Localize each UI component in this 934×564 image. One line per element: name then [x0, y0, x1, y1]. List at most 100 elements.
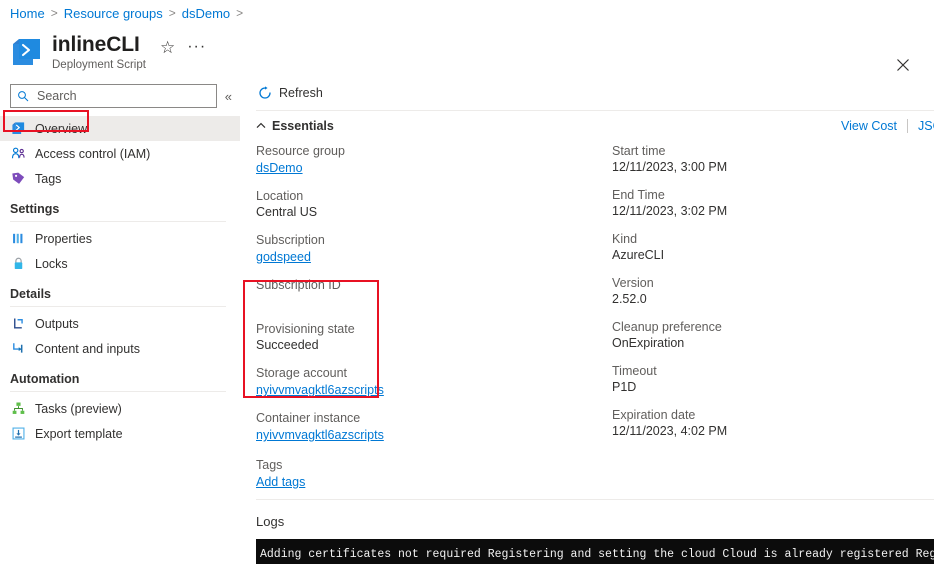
field-kind: Kind AzureCLI [612, 231, 934, 264]
sidebar: « Overview [0, 76, 240, 554]
essentials-column-left: Resource group dsDemo Location Central U… [256, 143, 612, 455]
page-header: inlineCLI Deployment Script ☆ ··· [0, 26, 934, 76]
field-label: Timeout [612, 364, 657, 378]
star-icon[interactable]: ☆ [160, 38, 175, 58]
field-start-time: Start time 12/11/2023, 3:00 PM [612, 143, 934, 176]
essentials-grid: Resource group dsDemo Location Central U… [248, 133, 934, 455]
refresh-label: Refresh [279, 86, 323, 100]
field-cleanup-preference: Cleanup preference OnExpiration [612, 319, 934, 352]
export-template-icon [10, 426, 26, 442]
field-version: Version 2.52.0 [612, 275, 934, 308]
command-bar: Refresh [248, 80, 934, 106]
outputs-icon [10, 316, 26, 332]
field-label: End Time [612, 188, 665, 202]
field-value: Succeeded [256, 338, 319, 352]
properties-icon [10, 231, 26, 247]
sidebar-item-label: Overview [35, 121, 88, 136]
sidebar-item-tasks[interactable]: Tasks (preview) [0, 396, 240, 421]
field-label: Provisioning state [256, 322, 355, 336]
divider [10, 391, 226, 392]
close-icon[interactable] [894, 56, 912, 74]
sidebar-item-tags[interactable]: Tags [0, 166, 240, 191]
sidebar-item-label: Locks [35, 256, 68, 271]
field-storage-account: Storage account nyivvmvagktl6azscripts [256, 365, 612, 399]
field-value-link[interactable]: nyivvmvagktl6azscripts [256, 427, 384, 444]
deployment-script-icon [13, 39, 40, 65]
content-inputs-icon [10, 341, 26, 357]
logs-console[interactable]: Adding certificates not required Registe… [256, 539, 934, 564]
refresh-icon [259, 86, 271, 99]
sidebar-group-title-details: Details [10, 287, 51, 301]
sidebar-item-properties[interactable]: Properties [0, 226, 240, 251]
field-label: Cleanup preference [612, 320, 722, 334]
sidebar-item-label: Properties [35, 231, 92, 246]
breadcrumb-item-home[interactable]: Home [10, 6, 45, 21]
essentials-collapse-toggle[interactable]: Essentials [256, 119, 334, 133]
field-value: OnExpiration [612, 336, 685, 350]
sidebar-item-label: Export template [35, 426, 123, 441]
field-label: Container instance [256, 411, 361, 425]
ellipsis-icon[interactable]: ··· [187, 38, 206, 56]
breadcrumb-item-dsdemo[interactable]: dsDemo [182, 6, 230, 21]
field-label: Storage account [256, 366, 348, 380]
sidebar-item-locks[interactable]: Locks [0, 251, 240, 276]
sidebar-item-label: Tasks (preview) [35, 401, 122, 416]
field-label: Expiration date [612, 408, 696, 422]
field-location: Location Central US [256, 188, 612, 221]
chevron-double-left-icon[interactable]: « [225, 89, 232, 104]
sidebar-item-overview[interactable]: Overview [0, 116, 240, 141]
tag-icon [10, 171, 26, 187]
search-input-wrapper[interactable] [10, 84, 217, 108]
sidebar-item-export-template[interactable]: Export template [0, 421, 240, 446]
main-body: « Overview [0, 76, 934, 564]
title-text-group: inlineCLI Deployment Script [52, 32, 146, 72]
divider [10, 306, 226, 307]
breadcrumb: Home > Resource groups > dsDemo > [0, 0, 934, 26]
field-resource-group: Resource group dsDemo [256, 143, 612, 177]
sidebar-item-label: Access control (IAM) [35, 146, 151, 161]
sidebar-search-row: « [0, 82, 240, 110]
page-title: inlineCLI [52, 33, 140, 56]
deployment-script-icon [10, 121, 26, 137]
field-value-link[interactable]: nyivvmvagktl6azscripts [256, 382, 384, 399]
field-value: P1D [612, 380, 637, 394]
add-tags-link[interactable]: Add tags [256, 474, 305, 491]
sidebar-nav-list: Overview Access control (IAM) Tags Setti… [0, 116, 240, 446]
refresh-button[interactable]: Refresh [256, 84, 329, 102]
field-label: Start time [612, 144, 666, 158]
view-cost-link[interactable]: View Cost [841, 119, 897, 133]
field-subscription-id: Subscription ID [256, 277, 612, 310]
logs-heading: Logs [256, 514, 285, 529]
breadcrumb-separator: > [50, 6, 58, 20]
field-value-link[interactable]: dsDemo [256, 160, 303, 177]
sidebar-item-content-and-inputs[interactable]: Content and inputs [0, 336, 240, 361]
breadcrumb-separator: > [236, 6, 244, 20]
tags-block: Tags Add tags [248, 455, 934, 491]
field-value: 12/11/2023, 4:02 PM [612, 424, 728, 438]
sidebar-item-label: Tags [35, 171, 62, 186]
field-value: 12/11/2023, 3:02 PM [612, 204, 728, 218]
sidebar-item-outputs[interactable]: Outputs [0, 311, 240, 336]
essentials-column-right: Start time 12/11/2023, 3:00 PM End Time … [612, 143, 934, 455]
field-value-link[interactable]: godspeed [256, 249, 311, 266]
divider [907, 119, 909, 133]
json-view-link[interactable]: JSON View [918, 119, 934, 133]
breadcrumb-separator: > [168, 6, 176, 20]
breadcrumb-item-resource-groups[interactable]: Resource groups [64, 6, 163, 21]
sidebar-item-access-control[interactable]: Access control (IAM) [0, 141, 240, 166]
search-input[interactable] [35, 88, 210, 104]
field-value [256, 293, 612, 310]
field-label: Kind [612, 232, 638, 246]
divider [10, 221, 226, 222]
field-container-instance: Container instance nyivvmvagktl6azscript… [256, 410, 612, 444]
essentials-links: View Cost JSON View [841, 119, 934, 133]
field-end-time: End Time 12/11/2023, 3:02 PM [612, 187, 934, 220]
essentials-label: Essentials [272, 119, 334, 133]
field-subscription: Subscription godspeed [256, 232, 612, 266]
field-value: AzureCLI [612, 248, 665, 262]
field-expiration-date: Expiration date 12/11/2023, 4:02 PM [612, 407, 934, 440]
tasks-icon [10, 401, 26, 417]
field-timeout: Timeout P1D [612, 363, 934, 396]
tags-label: Tags [256, 458, 283, 472]
essentials-header: Essentials View Cost JSON View [248, 111, 934, 133]
